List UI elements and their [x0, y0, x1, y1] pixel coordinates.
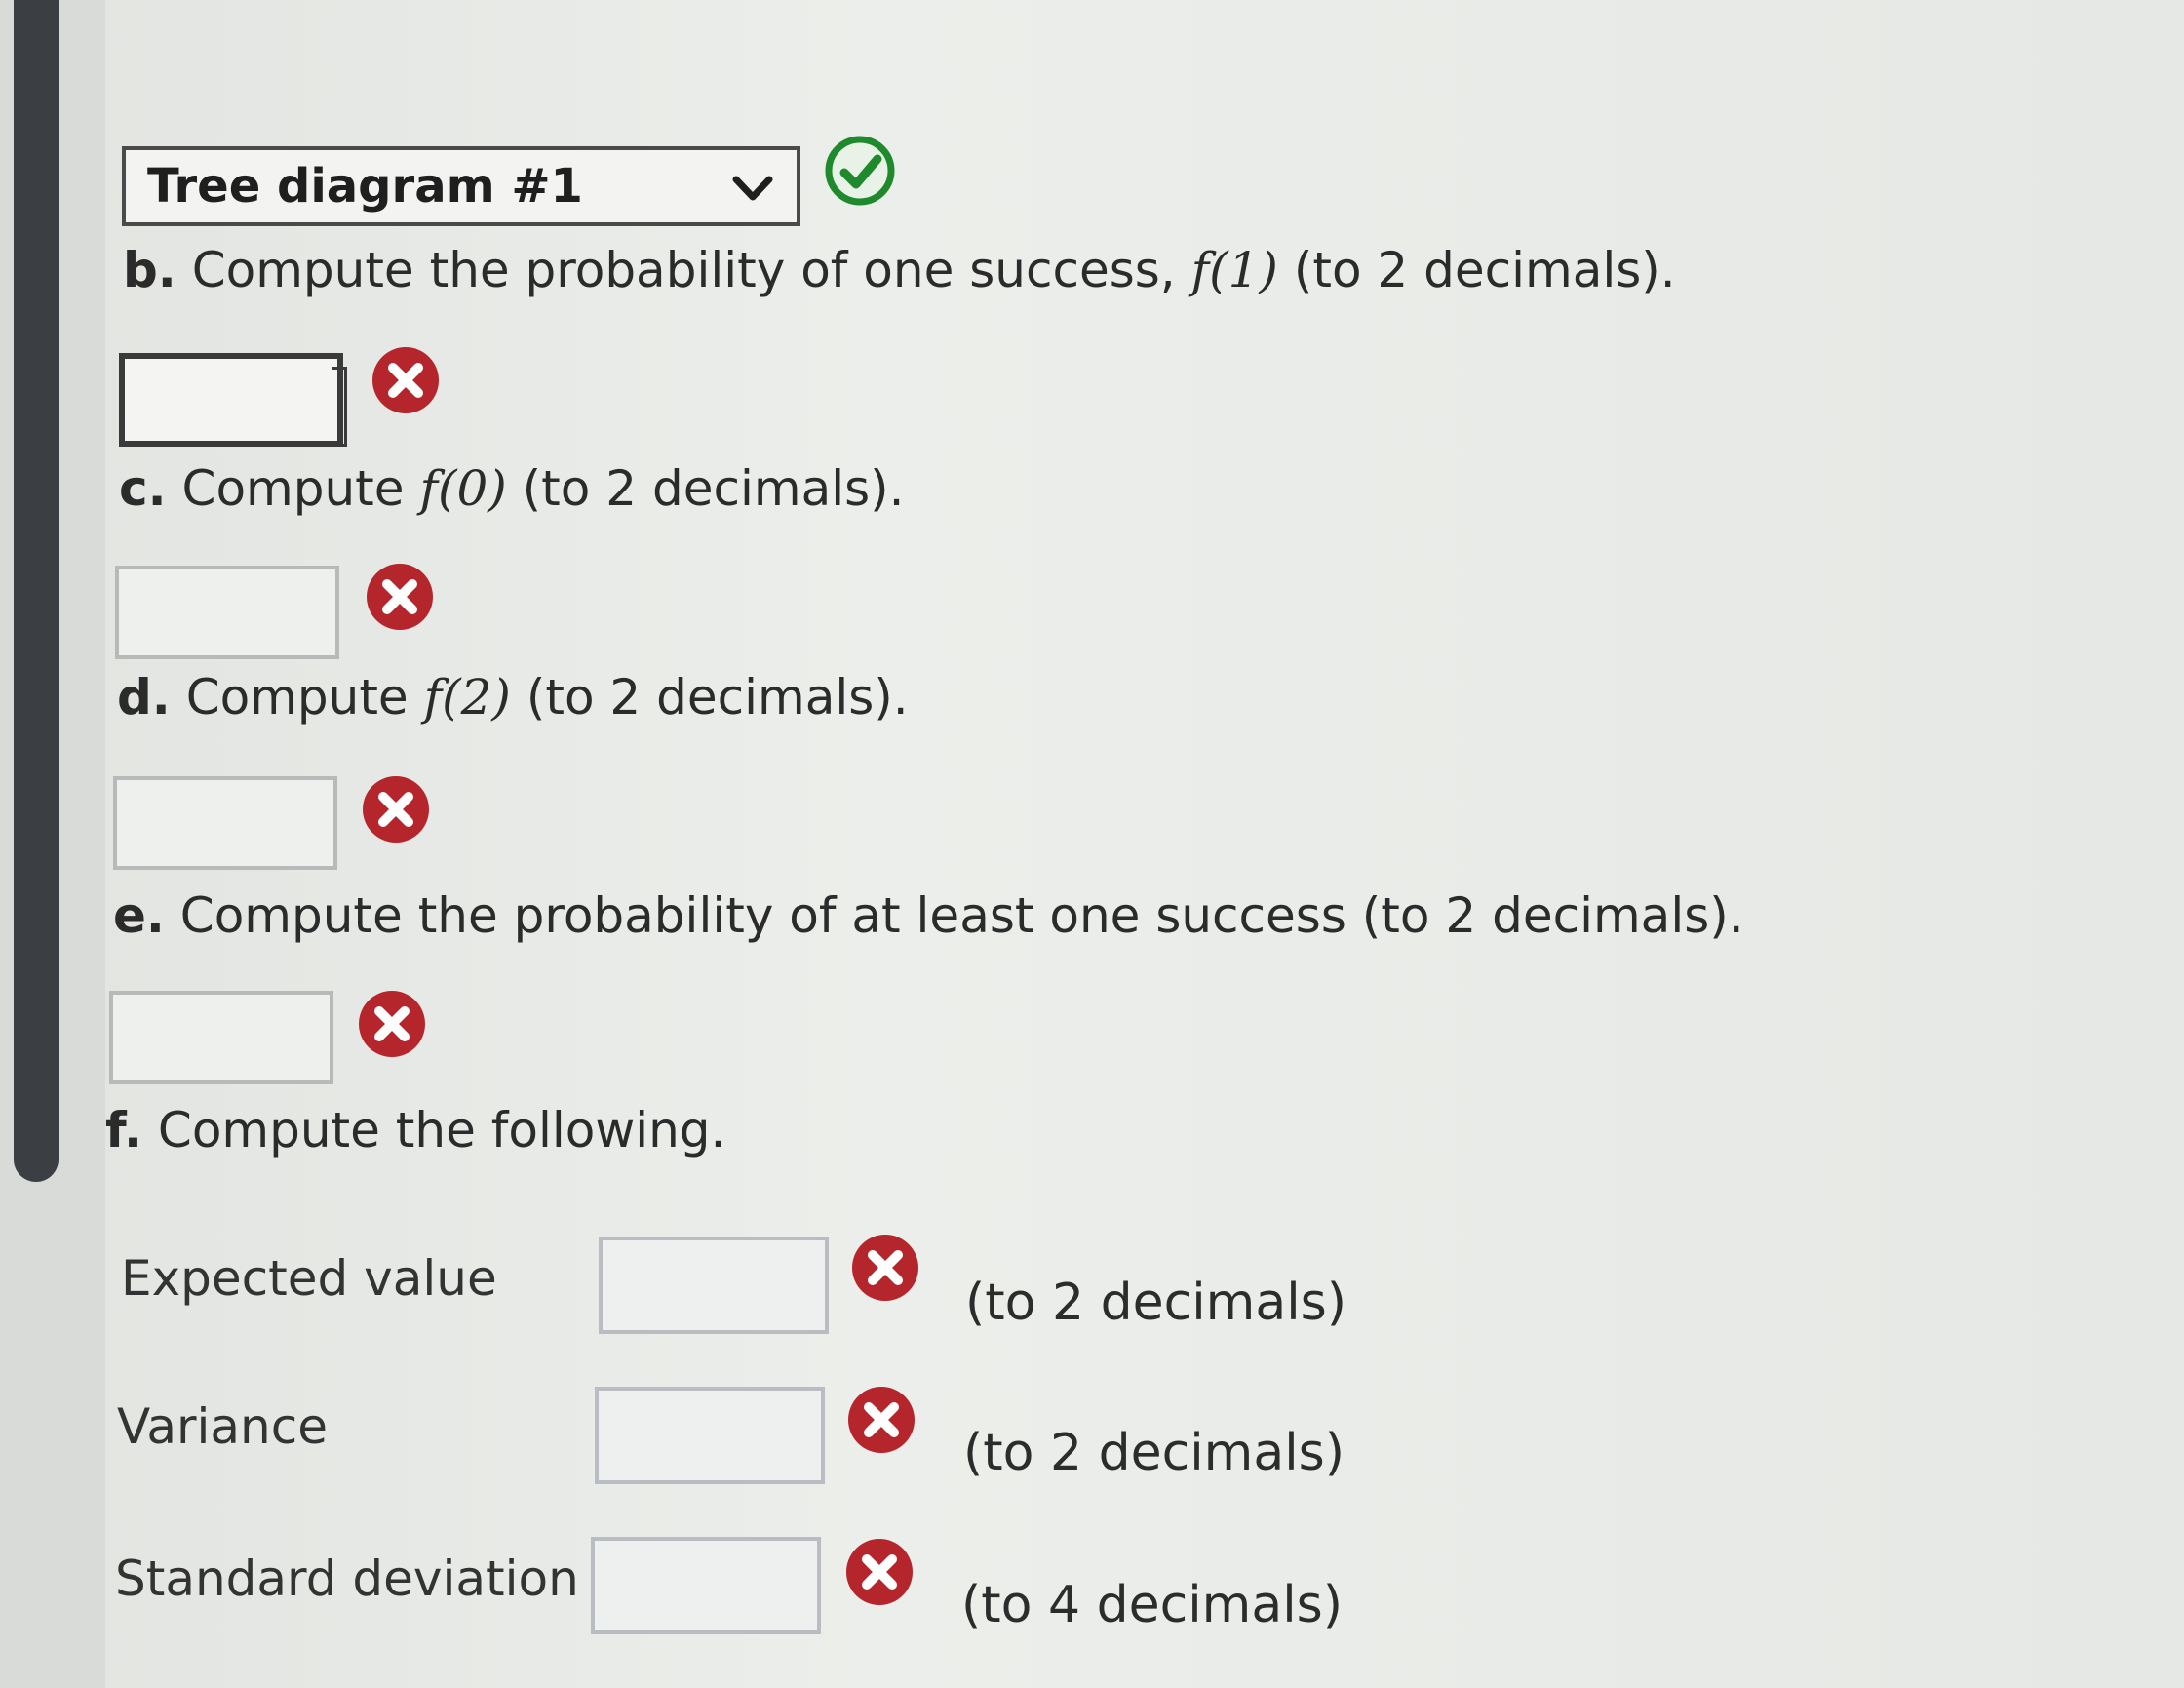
- x-circle-icon: [367, 564, 433, 630]
- question-c-text: Compute: [166, 460, 420, 517]
- question-d-part: d.: [117, 669, 171, 726]
- question-d: d. Compute f(2) (to 2 decimals).: [117, 669, 909, 726]
- expected-value-input[interactable]: [599, 1237, 829, 1334]
- standard-deviation-input[interactable]: [591, 1537, 821, 1634]
- chevron-down-icon: [732, 176, 773, 201]
- question-f: f. Compute the following.: [105, 1102, 725, 1158]
- answer-input-e[interactable]: [109, 991, 333, 1084]
- question-b: b. Compute the probability of one succes…: [123, 242, 1676, 298]
- question-e-part: e.: [113, 887, 165, 944]
- question-b-part: b.: [123, 242, 176, 298]
- x-circle-icon: [372, 347, 439, 413]
- tree-diagram-select[interactable]: Tree diagram #1: [122, 146, 800, 226]
- variance-hint: (to 2 decimals): [963, 1424, 1346, 1482]
- question-b-text-after: (to 2 decimals).: [1277, 242, 1676, 298]
- question-page: Tree diagram #1 b. Compute the probabili…: [0, 0, 2184, 1688]
- x-circle-icon: [846, 1539, 913, 1605]
- tree-diagram-select-value: Tree diagram #1: [147, 159, 583, 214]
- question-f-part: f.: [105, 1102, 143, 1158]
- x-circle-icon: [363, 776, 429, 843]
- question-e-text: Compute the probability of at least one …: [164, 887, 1744, 944]
- x-circle-icon: [852, 1235, 918, 1301]
- scrollbar-thumb[interactable]: [14, 0, 58, 1182]
- scrollbar-track[interactable]: [0, 0, 105, 1688]
- question-content: Tree diagram #1 b. Compute the probabili…: [105, 0, 2184, 1688]
- question-d-function: f(2): [423, 669, 511, 726]
- expected-value-hint: (to 2 decimals): [965, 1274, 1347, 1332]
- question-b-function: f(1): [1190, 242, 1278, 298]
- question-c-function: f(0): [419, 460, 507, 517]
- question-e: e. Compute the probability of at least o…: [113, 887, 1744, 944]
- question-d-text-after: (to 2 decimals).: [510, 669, 909, 726]
- check-circle-icon: [825, 136, 895, 206]
- standard-deviation-hint: (to 4 decimals): [961, 1576, 1344, 1634]
- text-cursor: [332, 367, 347, 447]
- question-c: c. Compute f(0) (to 2 decimals).: [119, 460, 905, 517]
- expected-value-label: Expected value: [121, 1250, 497, 1307]
- answer-input-d[interactable]: [113, 776, 337, 870]
- question-b-text: Compute the probability of one success,: [176, 242, 1191, 298]
- question-f-text: Compute the following.: [142, 1102, 726, 1158]
- question-c-text-after: (to 2 decimals).: [506, 460, 905, 517]
- question-d-text: Compute: [170, 669, 424, 726]
- variance-input[interactable]: [595, 1387, 825, 1484]
- standard-deviation-label: Standard deviation: [115, 1551, 579, 1607]
- variance-label: Variance: [117, 1398, 328, 1455]
- answer-input-c[interactable]: [115, 566, 339, 659]
- x-circle-icon: [848, 1387, 915, 1453]
- answer-input-b[interactable]: [119, 353, 347, 447]
- x-circle-icon: [359, 991, 425, 1057]
- question-c-part: c.: [119, 460, 167, 517]
